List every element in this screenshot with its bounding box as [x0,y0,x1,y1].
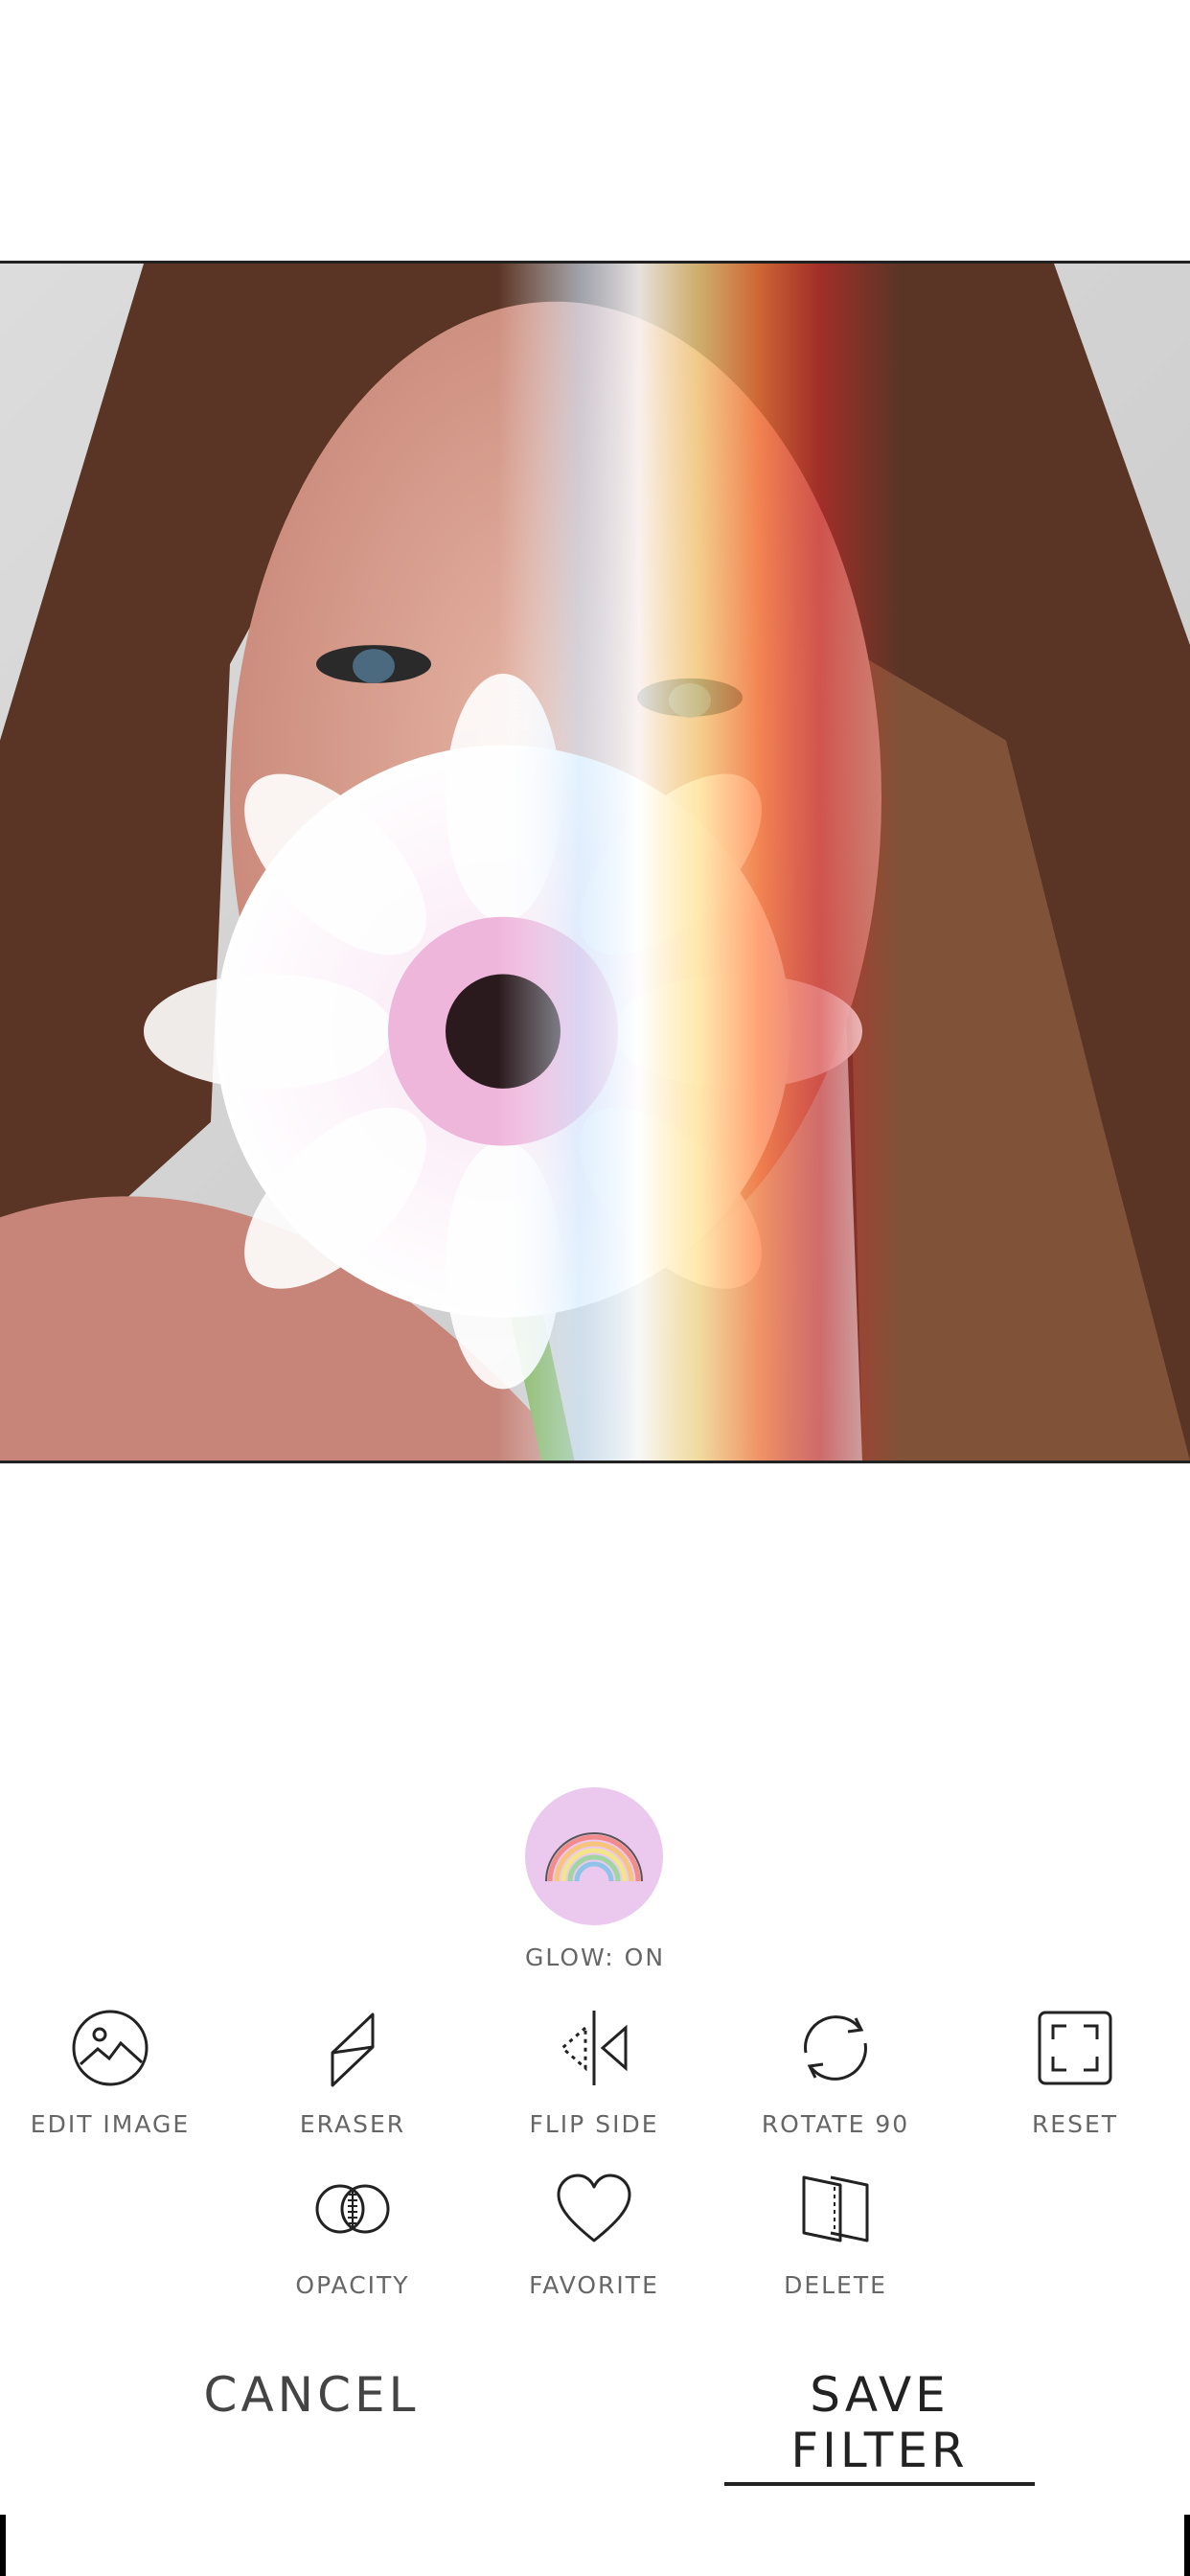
edit-image-button[interactable]: EDIT IMAGE [0,2005,225,2138]
flip-side-button[interactable]: FLIP SIDE [479,2005,709,2138]
glow-label: GLOW: ON [524,1944,666,1971]
eraser-label: ERASER [299,2110,406,2138]
heart-icon [557,2174,631,2242]
rotate-icon [804,2015,867,2081]
reset-button[interactable]: RESET [960,2005,1190,2138]
favorite-button[interactable]: FAVORITE [479,2166,709,2299]
reset-frame-icon [1038,2011,1112,2085]
image-icon [72,2010,149,2086]
opacity-label: OPACITY [295,2271,410,2299]
save-filter-button[interactable]: SAVE FILTER [724,2367,1035,2486]
opacity-button[interactable]: OPACITY [238,2166,468,2299]
rainbow-icon [545,1832,643,1882]
photo-image [0,264,1190,1460]
reset-label: RESET [1031,2110,1119,2138]
flip-icon [560,2011,628,2085]
edit-image-label: EDIT IMAGE [30,2110,191,2138]
opacity-icon [315,2184,390,2234]
cancel-button[interactable]: CANCEL [201,2367,422,2423]
delete-icon [802,2175,869,2242]
screen-corner-right [1184,2515,1190,2576]
favorite-label: FAVORITE [529,2271,659,2299]
delete-label: DELETE [784,2271,887,2299]
screen-corner-left [0,2515,6,2576]
flip-side-label: FLIP SIDE [529,2110,659,2138]
eraser-icon [331,2012,375,2087]
photo-preview[interactable] [0,261,1190,1463]
eraser-button[interactable]: ERASER [238,2005,468,2138]
rotate-90-label: ROTATE 90 [761,2110,910,2138]
glow-toggle-button[interactable] [525,1787,663,1925]
rotate-90-button[interactable]: ROTATE 90 [721,2005,950,2138]
delete-button[interactable]: DELETE [721,2166,950,2299]
